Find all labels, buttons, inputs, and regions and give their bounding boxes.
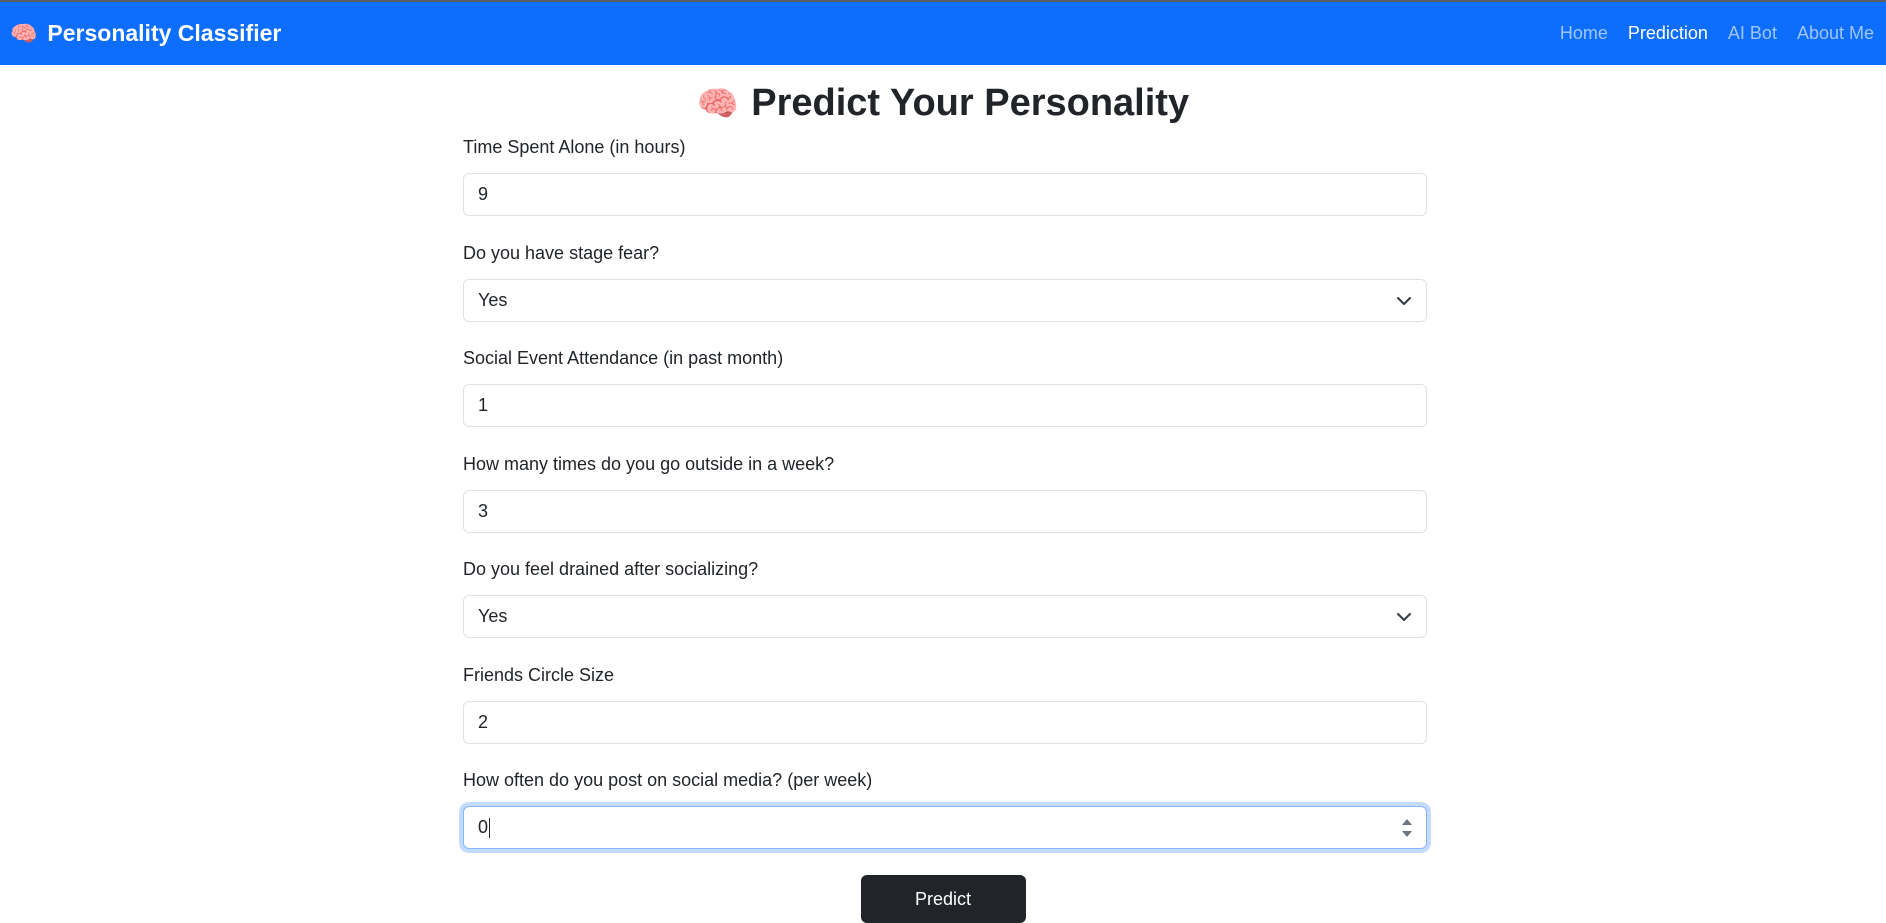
nav-link-ai-bot[interactable]: AI Bot	[1728, 23, 1777, 44]
nav-link-prediction[interactable]: Prediction	[1628, 23, 1708, 44]
brain-icon: 🧠	[10, 20, 38, 46]
post-frequency-input[interactable]: 0	[463, 806, 1427, 849]
going-outside-input[interactable]: 3	[463, 489, 1427, 533]
field-going-outside: How many times do you go outside in a we…	[463, 452, 1427, 558]
drained-select[interactable]: Yes	[463, 595, 1427, 638]
field-post-frequency: How often do you post on social media? (…	[463, 768, 1427, 874]
field-label: Social Event Attendance (in past month)	[463, 348, 784, 368]
nav-link-about-me[interactable]: About Me	[1797, 23, 1874, 44]
brain-icon: 🧠	[696, 85, 740, 123]
field-label: Do you have stage fear?	[463, 242, 660, 263]
number-spinner-icon[interactable]	[1400, 815, 1414, 841]
friends-circle-input[interactable]: 2	[463, 700, 1427, 744]
chevron-down-icon	[1397, 296, 1411, 305]
time-alone-input[interactable]: 9	[463, 173, 1427, 216]
field-label: Do you feel drained after socializing?	[463, 559, 759, 579]
social-events-input[interactable]: 1	[463, 384, 1427, 427]
nav-links: Home Prediction AI Bot About Me	[1540, 23, 1874, 44]
field-drained: Do you feel drained after socializing? Y…	[463, 557, 1427, 663]
predict-button[interactable]: Predict	[860, 875, 1026, 923]
field-label: Time Spent Alone (in hours)	[463, 137, 686, 157]
field-label: How often do you post on social media? (…	[463, 770, 873, 790]
navbar: 🧠 Personality Classifier Home Prediction…	[0, 2, 1886, 65]
page-title: 🧠 Predict Your Personality	[0, 74, 1886, 132]
text-caret	[489, 818, 491, 839]
personality-form: Time Spent Alone (in hours) 9 Do you hav…	[463, 135, 1427, 874]
brand-label: Personality Classifier	[47, 20, 282, 46]
submit-row: Predict	[0, 875, 1886, 923]
field-social-events: Social Event Attendance (in past month) …	[463, 346, 1427, 452]
field-label: Friends Circle Size	[463, 664, 615, 685]
chevron-down-icon	[1397, 613, 1411, 621]
field-friends-circle: Friends Circle Size 2	[463, 663, 1427, 769]
page-title-text: Predict Your Personality	[751, 82, 1190, 124]
brand-link[interactable]: 🧠 Personality Classifier	[10, 20, 281, 47]
stage-fear-select[interactable]: Yes	[463, 278, 1427, 322]
field-time-alone: Time Spent Alone (in hours) 9	[463, 135, 1427, 241]
field-stage-fear: Do you have stage fear? Yes	[463, 241, 1427, 347]
nav-link-home[interactable]: Home	[1560, 23, 1608, 44]
field-label: How many times do you go outside in a we…	[463, 453, 835, 474]
